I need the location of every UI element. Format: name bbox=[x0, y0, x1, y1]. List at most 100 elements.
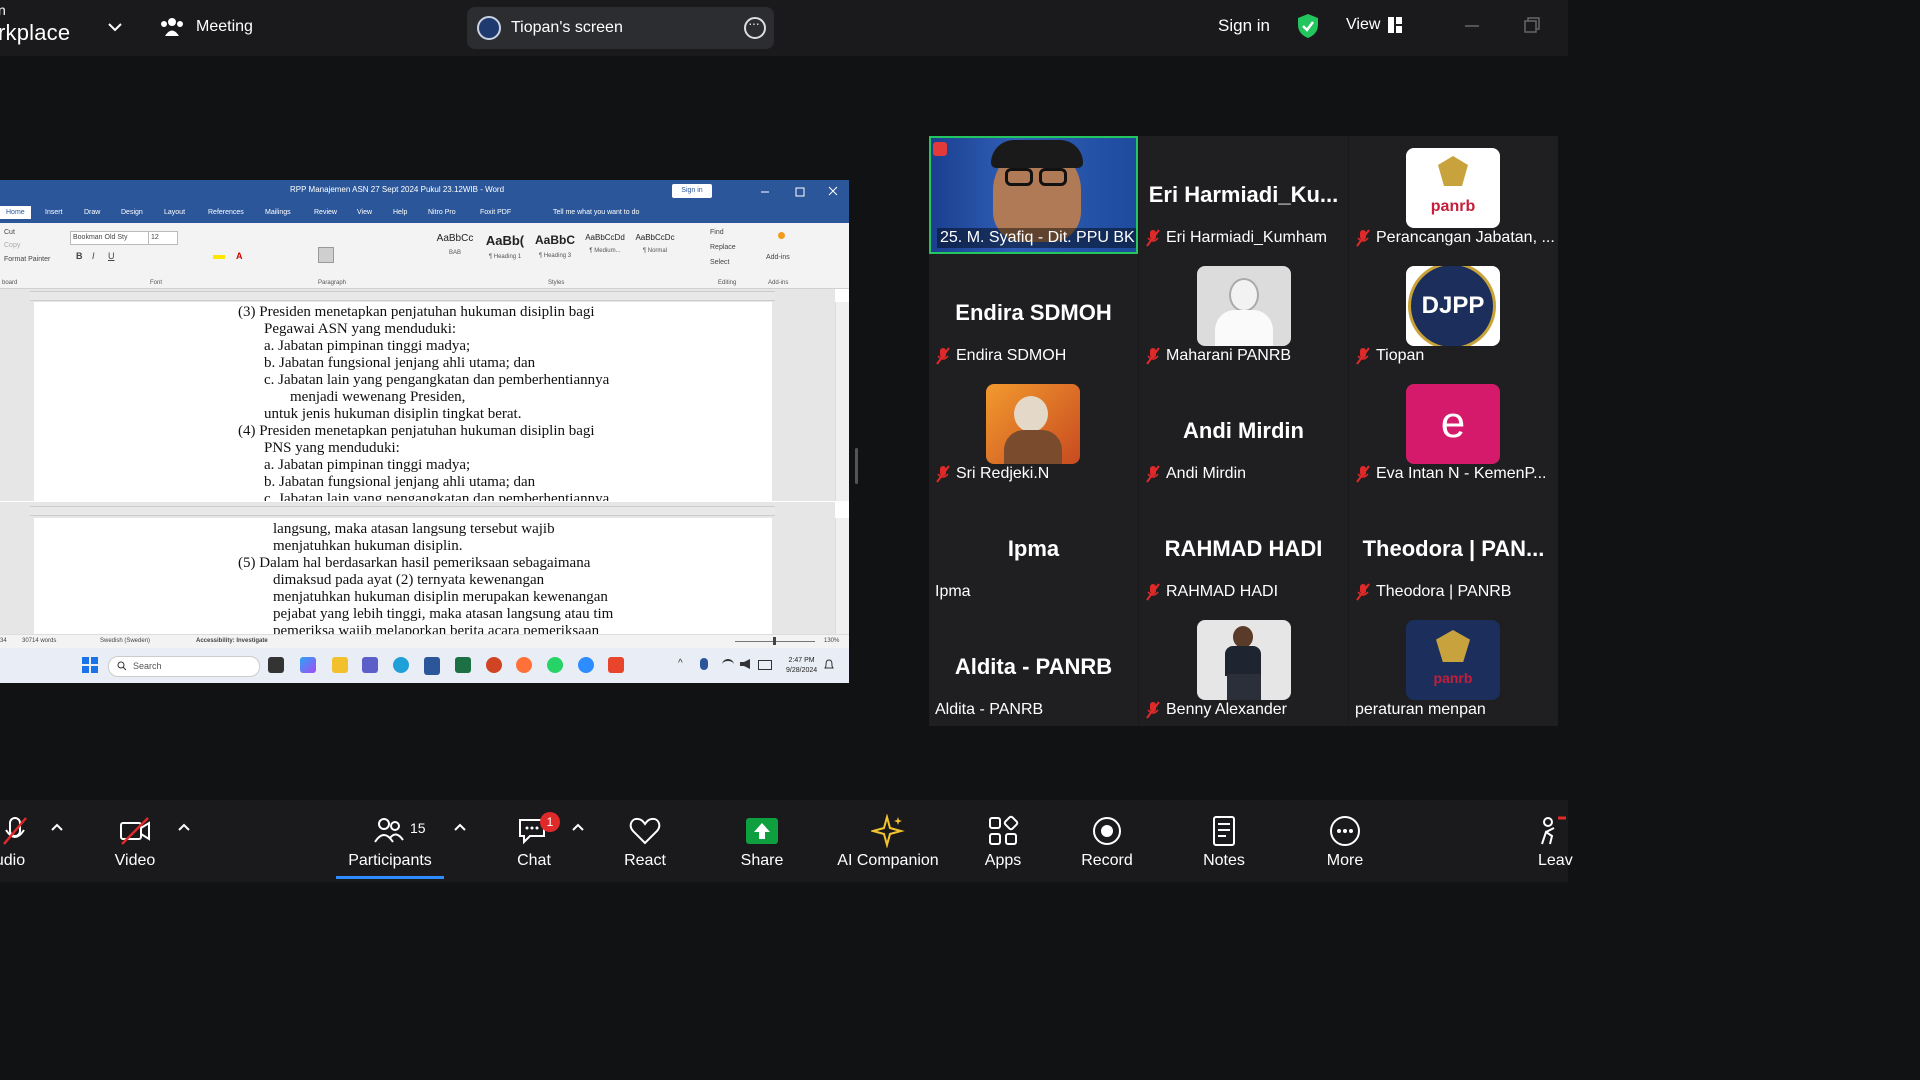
chat-button[interactable]: 1 Chat bbox=[500, 800, 568, 882]
tab-nitro-pro[interactable]: Nitro Pro bbox=[428, 209, 456, 216]
firefox-icon[interactable] bbox=[516, 657, 532, 673]
minimize-icon[interactable] bbox=[1462, 16, 1482, 36]
wifi-icon[interactable] bbox=[722, 659, 734, 671]
participant-tile[interactable]: Benny Alexander bbox=[1139, 608, 1348, 726]
taskbar-clock[interactable]: 2:47 PM 9/28/2024 bbox=[786, 656, 817, 676]
tab-references[interactable]: References bbox=[208, 209, 244, 216]
more-options-icon[interactable] bbox=[744, 15, 766, 39]
vertical-scrollbar-bottom[interactable] bbox=[835, 518, 849, 634]
meeting-menu[interactable]: Meeting bbox=[160, 16, 253, 38]
justify-button[interactable] bbox=[318, 247, 334, 263]
participant-tile[interactable]: Eri Harmiadi_Ku... Eri Harmiadi_Kumham bbox=[1139, 136, 1348, 254]
style-normal[interactable]: AaBbCcDc ¶ Normal bbox=[632, 233, 678, 263]
tab-help[interactable]: Help bbox=[393, 209, 407, 216]
tab-foxit-pdf[interactable]: Foxit PDF bbox=[480, 209, 511, 216]
participant-tile[interactable]: Aldita - PANRB Aldita - PANRB bbox=[929, 608, 1138, 726]
font-name-select[interactable]: Bookman Old Sty bbox=[70, 231, 150, 245]
participant-tile[interactable]: e Eva Intan N - KemenP... bbox=[1349, 372, 1558, 490]
bold-button[interactable]: B bbox=[76, 251, 83, 261]
participant-tile[interactable]: DJPP Tiopan bbox=[1349, 254, 1558, 372]
teams-icon[interactable] bbox=[362, 657, 378, 673]
microphone-tray-icon[interactable] bbox=[700, 658, 708, 670]
restore-icon[interactable] bbox=[1522, 16, 1542, 36]
powerpoint-icon[interactable] bbox=[486, 657, 502, 673]
tab-review[interactable]: Review bbox=[314, 209, 337, 216]
word-app-icon[interactable] bbox=[424, 657, 440, 673]
participant-tile-active-speaker[interactable]: 25. M. Syafiq - Dit. PPU BK... bbox=[929, 136, 1138, 254]
tab-view[interactable]: View bbox=[357, 209, 372, 216]
close-icon[interactable] bbox=[828, 186, 838, 196]
participants-button[interactable]: 15 Participants bbox=[336, 800, 444, 882]
language-indicator[interactable]: Swedish (Sweden) bbox=[100, 638, 150, 644]
participant-tile[interactable]: Ipma Ipma bbox=[929, 490, 1138, 608]
whatsapp-icon[interactable] bbox=[547, 657, 563, 673]
word-sign-in-button[interactable]: Sign in bbox=[672, 184, 712, 198]
select-button[interactable]: Select bbox=[710, 259, 729, 266]
shield-check-icon[interactable] bbox=[1297, 13, 1319, 39]
participant-tile[interactable]: Theodora | PAN... Theodora | PANRB bbox=[1349, 490, 1558, 608]
tab-home[interactable]: Home bbox=[0, 206, 31, 219]
leave-button[interactable]: Leav bbox=[1520, 800, 1573, 882]
style-bab[interactable]: AaBbCc BAB bbox=[432, 233, 478, 263]
copilot-icon[interactable] bbox=[300, 657, 316, 673]
excel-icon[interactable] bbox=[455, 657, 471, 673]
tab-draw[interactable]: Draw bbox=[84, 209, 100, 216]
replace-button[interactable]: Replace bbox=[710, 244, 736, 251]
chevron-down-icon[interactable] bbox=[106, 18, 124, 36]
view-menu[interactable]: View bbox=[1346, 16, 1403, 34]
underline-button[interactable]: U bbox=[108, 251, 115, 261]
zoom-app-icon[interactable] bbox=[578, 657, 594, 673]
notes-button[interactable]: Notes bbox=[1189, 800, 1259, 882]
copy-button[interactable]: Copy bbox=[4, 242, 20, 249]
add-ins-button[interactable]: Add-ins bbox=[766, 254, 790, 261]
cut-button[interactable]: Cut bbox=[4, 229, 15, 236]
participant-tile[interactable]: panrb peraturan menpan bbox=[1349, 608, 1558, 726]
apps-button[interactable]: Apps bbox=[968, 800, 1038, 882]
file-explorer-icon[interactable] bbox=[332, 657, 348, 673]
participant-tile[interactable]: Endira SDMOH Endira SDMOH bbox=[929, 254, 1138, 372]
vertical-scrollbar-top[interactable] bbox=[835, 302, 849, 501]
accessibility-status[interactable]: Accessibility: Investigate bbox=[196, 638, 268, 644]
participant-tile[interactable]: panrb Perancangan Jabatan, ... bbox=[1349, 136, 1558, 254]
chevron-up-icon[interactable] bbox=[571, 822, 585, 832]
document-page-bottom[interactable]: langsung, maka atasan langsung tersebut … bbox=[34, 518, 772, 634]
word-count[interactable]: 30714 words bbox=[22, 638, 56, 644]
tab-insert[interactable]: Insert bbox=[45, 209, 63, 216]
participant-tile[interactable]: RAHMAD HADI RAHMAD HADI bbox=[1139, 490, 1348, 608]
zoom-level[interactable]: 130% bbox=[824, 638, 839, 644]
format-painter-button[interactable]: Format Painter bbox=[4, 256, 50, 263]
style-heading-3[interactable]: AaBbC ¶ Heading 3 bbox=[532, 233, 578, 263]
chevron-up-icon[interactable] bbox=[177, 822, 191, 832]
italic-button[interactable]: I bbox=[92, 251, 95, 261]
find-button[interactable]: Find bbox=[710, 229, 724, 236]
edge-icon[interactable] bbox=[393, 657, 409, 673]
font-size-select[interactable]: 12 bbox=[148, 231, 178, 245]
font-color-button[interactable]: A bbox=[236, 251, 243, 261]
sign-in-link[interactable]: Sign in bbox=[1218, 16, 1270, 36]
style-heading-1[interactable]: AaBb(¶ Heading 1 bbox=[482, 233, 528, 263]
screen-share-pill[interactable]: Tiopan's screen bbox=[467, 7, 774, 49]
foxit-icon[interactable] bbox=[608, 657, 624, 673]
windows-start-icon[interactable] bbox=[82, 657, 98, 673]
tab-layout[interactable]: Layout bbox=[164, 209, 185, 216]
highlight-color-button[interactable] bbox=[213, 255, 225, 259]
participant-tile[interactable]: Maharani PANRB bbox=[1139, 254, 1348, 372]
tab-design[interactable]: Design bbox=[121, 209, 143, 216]
battery-icon[interactable] bbox=[758, 660, 772, 670]
split-resize-handle[interactable] bbox=[855, 448, 858, 484]
ai-companion-button[interactable]: AI Companion bbox=[830, 800, 946, 882]
chevron-up-icon[interactable] bbox=[50, 822, 64, 832]
participant-tile[interactable]: Sri Redjeki.N bbox=[929, 372, 1138, 490]
tell-me-search[interactable]: Tell me what you want to do bbox=[553, 209, 639, 216]
taskbar-search[interactable]: Search bbox=[108, 656, 260, 677]
task-view-icon[interactable] bbox=[268, 657, 284, 673]
tray-chevron-icon[interactable]: ^ bbox=[678, 658, 683, 669]
document-page-top[interactable]: (3) Presiden menetapkan penjatuhan hukum… bbox=[34, 302, 772, 501]
chevron-up-icon[interactable] bbox=[453, 822, 467, 832]
restore-icon[interactable] bbox=[795, 187, 805, 197]
notification-bell-icon[interactable] bbox=[824, 659, 834, 671]
record-button[interactable]: Record bbox=[1072, 800, 1142, 882]
minimize-icon[interactable] bbox=[760, 187, 770, 197]
tab-mailings[interactable]: Mailings bbox=[265, 209, 291, 216]
zoom-slider-thumb[interactable] bbox=[773, 637, 776, 645]
